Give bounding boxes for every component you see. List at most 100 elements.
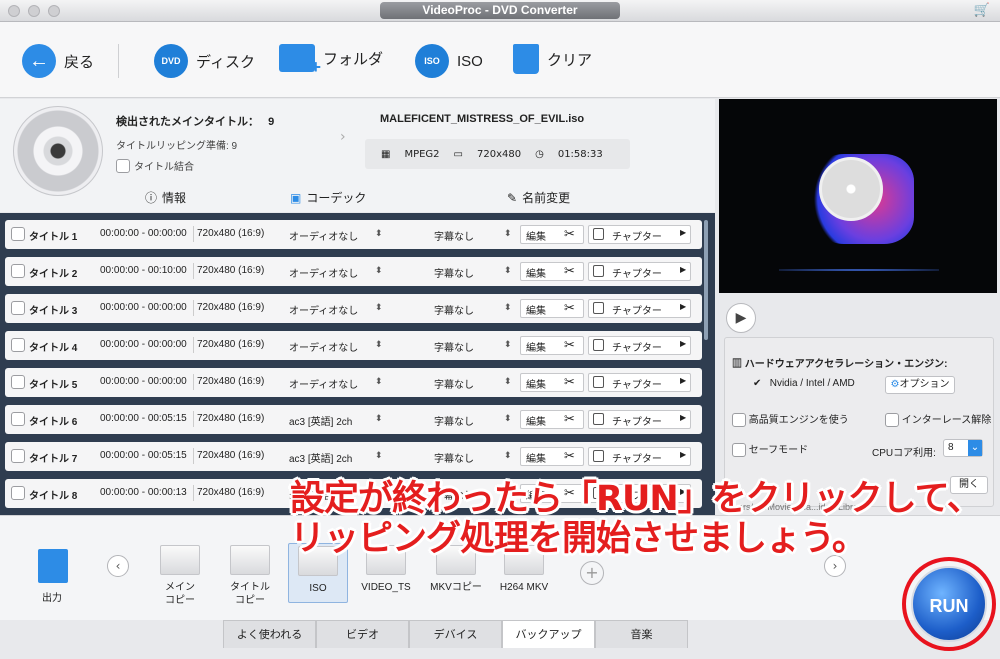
audio-select[interactable]: オーディオなし ⬍ <box>289 302 394 317</box>
disc-button[interactable]: DVD ディスク <box>154 44 255 78</box>
audio-select[interactable]: オーディオなし ⬍ <box>289 228 394 243</box>
codec-tab[interactable]: ▣ コーデック <box>290 189 366 206</box>
safe-mode-option[interactable]: セーフモード <box>732 441 808 458</box>
play-button[interactable]: ▶ <box>726 303 756 333</box>
title-row[interactable]: タイトル 3 00:00:00 - 00:00:00 720x480 (16:9) オ… <box>5 294 702 323</box>
run-button[interactable]: RUN <box>911 566 987 642</box>
audio-value: オーディオなし <box>289 343 359 354</box>
audio-select[interactable]: オーディオなし ⬍ <box>289 376 394 391</box>
hq-checkbox[interactable] <box>732 413 746 428</box>
title-row[interactable]: タイトル 6 00:00:00 - 00:05:15 720x480 (16:9) a… <box>5 405 702 434</box>
title-checkbox[interactable] <box>11 227 25 241</box>
add-format-button[interactable]: + <box>580 561 604 585</box>
audio-select[interactable]: ac3 [英語] 2ch ⬍ <box>289 413 394 428</box>
audio-select[interactable]: オーディオなし ⬍ <box>289 339 394 354</box>
subtitle-select[interactable]: 字幕なし ⬍ <box>418 450 513 465</box>
title-row[interactable]: タイトル 5 00:00:00 - 00:00:00 720x480 (16:9) オ… <box>5 368 702 397</box>
category-tab[interactable]: ビデオ <box>316 620 409 648</box>
edit-label: 編集 <box>526 454 546 465</box>
format-option[interactable]: タイトル コピー <box>220 543 280 607</box>
list-scrollbar[interactable] <box>704 220 708 340</box>
title-checkbox[interactable] <box>11 375 25 389</box>
audio-value: ac3 [英語] 2ch <box>289 454 353 465</box>
deinterlace-checkbox[interactable] <box>885 413 899 428</box>
updown-icon: ⬍ <box>375 450 383 460</box>
close-window-button[interactable] <box>8 5 20 17</box>
gpu-option[interactable]: ✔ Nvidia / Intel / AMD <box>753 378 855 389</box>
source-info-panel: 検出されたメインタイトル： 9 タイトルリッピング準備: 9 タイトル結合 › … <box>0 99 715 212</box>
chapter-label: チャプター <box>612 343 662 354</box>
scissors-icon[interactable]: ✂ <box>564 300 575 316</box>
cd-disc-icon <box>13 106 103 196</box>
scissors-icon[interactable]: ✂ <box>564 448 575 464</box>
deinterlace-option[interactable]: インターレース解除 <box>885 411 992 428</box>
trash-icon <box>513 44 539 74</box>
info-tab-label: 情報 <box>162 191 187 205</box>
audio-select[interactable]: オーディオなし ⬍ <box>289 265 394 280</box>
title-row[interactable]: タイトル 1 00:00:00 - 00:00:00 720x480 (16:9) オ… <box>5 220 702 249</box>
scroll-left-button[interactable]: ‹ <box>107 555 129 577</box>
edit-label: 編集 <box>526 232 546 243</box>
subtitle-select[interactable]: 字幕なし ⬍ <box>418 339 513 354</box>
minimize-window-button[interactable] <box>28 5 40 17</box>
title-checkbox[interactable] <box>11 264 25 278</box>
iso-label: ISO <box>457 52 483 70</box>
category-tab[interactable]: バックアップ <box>502 620 595 648</box>
subtitle-value: 字幕なし <box>434 454 474 465</box>
iso-button[interactable]: ISO ISO <box>415 44 483 78</box>
title-checkbox[interactable] <box>11 301 25 315</box>
row-divider <box>193 337 194 353</box>
scissors-icon[interactable]: ✂ <box>564 337 575 353</box>
subtitle-select[interactable]: 字幕なし ⬍ <box>418 413 513 428</box>
format-option[interactable]: メイン コピー <box>150 543 210 607</box>
safe-mode-checkbox[interactable] <box>732 443 746 458</box>
main-title-label: 検出されたメインタイトル： <box>116 116 259 128</box>
hq-engine-option[interactable]: 高品質エンジンを使う <box>732 411 849 428</box>
clear-button[interactable]: クリア <box>513 44 592 74</box>
title-row[interactable]: タイトル 7 00:00:00 - 00:05:15 720x480 (16:9) a… <box>5 442 702 471</box>
row-divider <box>193 374 194 390</box>
back-button[interactable]: ← 戻る <box>22 44 94 78</box>
zoom-window-button[interactable] <box>48 5 60 17</box>
title-checkbox[interactable] <box>11 338 25 352</box>
cart-icon[interactable]: 🛒 <box>974 3 990 18</box>
info-tab[interactable]: ⓘ 情報 <box>145 189 186 206</box>
title-checkbox[interactable] <box>11 486 25 500</box>
title-checkbox[interactable] <box>11 449 25 463</box>
cpu-core-select[interactable]: 8 ⌄ <box>943 439 983 457</box>
rename-tab[interactable]: ✎ 名前変更 <box>507 189 570 206</box>
scissors-icon[interactable]: ✂ <box>564 263 575 279</box>
merge-titles-option[interactable]: タイトル結合 <box>116 158 194 173</box>
title-row[interactable]: タイトル 4 00:00:00 - 00:00:00 720x480 (16:9) オ… <box>5 331 702 360</box>
deinterlace-label: インターレース解除 <box>901 415 992 426</box>
audio-value: オーディオなし <box>289 380 359 391</box>
scissors-icon[interactable]: ✂ <box>564 411 575 427</box>
merge-checkbox[interactable] <box>116 158 130 173</box>
title-row[interactable]: タイトル 2 00:00:00 - 00:10:00 720x480 (16:9) オ… <box>5 257 702 286</box>
title-resolution: 720x480 (16:9) <box>197 487 265 498</box>
dvd-disc-icon: DVD <box>154 44 188 78</box>
chapter-icon <box>593 376 604 388</box>
audio-value: オーディオなし <box>289 306 359 317</box>
title-time-range: 00:00:00 - 00:10:00 <box>100 265 187 276</box>
title-checkbox[interactable] <box>11 412 25 426</box>
subtitle-select[interactable]: 字幕なし ⬍ <box>418 228 513 243</box>
category-tab[interactable]: デバイス <box>409 620 502 648</box>
chevron-right-icon: ▶ <box>680 413 687 422</box>
updown-icon: ⬍ <box>504 265 512 275</box>
subtitle-select[interactable]: 字幕なし ⬍ <box>418 376 513 391</box>
scissors-icon[interactable]: ✂ <box>564 374 575 390</box>
category-tab[interactable]: よく使われる <box>223 620 316 648</box>
title-name: タイトル 8 <box>29 491 78 502</box>
chapter-label: チャプター <box>612 306 662 317</box>
subtitle-select[interactable]: 字幕なし ⬍ <box>418 265 513 280</box>
subtitle-value: 字幕なし <box>434 343 474 354</box>
category-tab[interactable]: 音楽 <box>595 620 688 648</box>
format-label: メイン コピー <box>165 582 195 606</box>
options-button[interactable]: ⚙オプション <box>885 376 955 394</box>
folder-button[interactable]: フォルダ <box>279 44 383 78</box>
hq-label: 高品質エンジンを使う <box>748 415 849 426</box>
subtitle-select[interactable]: 字幕なし ⬍ <box>418 302 513 317</box>
scissors-icon[interactable]: ✂ <box>564 226 575 242</box>
audio-select[interactable]: ac3 [英語] 2ch ⬍ <box>289 450 394 465</box>
